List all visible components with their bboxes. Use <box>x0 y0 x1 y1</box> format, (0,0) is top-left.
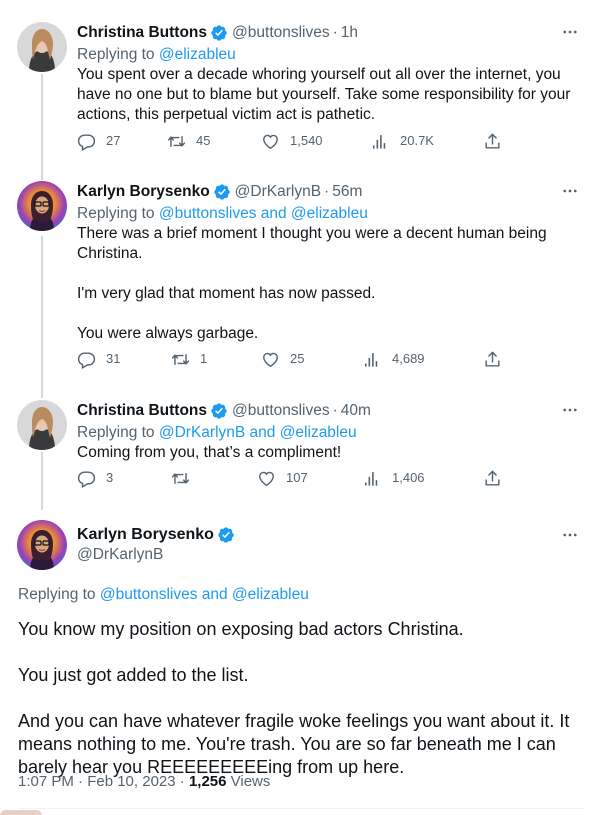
retweet-count: 45 <box>196 133 211 148</box>
like-icon <box>261 132 280 151</box>
tweet-header: Karlyn Borysenko @DrKarlynB · 56m <box>77 181 583 203</box>
replying-to-link[interactable]: @DrKarlynB and @elizableu <box>159 424 357 441</box>
verified-icon <box>210 24 228 42</box>
share-button[interactable] <box>483 131 512 151</box>
retweet-count: 1 <box>200 351 208 366</box>
author-handle[interactable]: @DrKarlynB <box>77 546 239 564</box>
tweet-time[interactable]: 56m <box>332 183 362 201</box>
tweet-header: Christina Buttons @buttonslives · 40m <box>77 400 583 422</box>
like-icon <box>257 469 276 488</box>
avatar[interactable] <box>17 181 67 231</box>
replying-to-link[interactable]: @buttonslives and @elizableu <box>100 586 309 603</box>
replying-to: Replying to @buttonslives and @elizableu <box>77 205 368 222</box>
like-button[interactable]: 107 <box>257 468 308 488</box>
tweet-timestamp[interactable]: 1:07 PM · Feb 10, 2023 · <box>18 773 189 790</box>
like-count: 107 <box>286 470 308 485</box>
separator: · <box>332 402 338 419</box>
tweet-text: You know my position on exposing bad act… <box>18 619 570 777</box>
tweet-time[interactable]: 1h <box>341 24 358 42</box>
replying-to: Replying to @DrKarlynB and @elizableu <box>77 424 357 441</box>
replying-to: Replying to @elizableu <box>77 46 236 63</box>
avatar[interactable] <box>17 520 67 570</box>
tweet-header: Karlyn Borysenko <box>77 524 239 546</box>
like-icon <box>261 350 280 369</box>
separator: · <box>332 24 338 41</box>
views-button[interactable]: 1,406 <box>363 468 425 488</box>
more-icon[interactable] <box>557 525 583 545</box>
thread-line <box>41 236 43 398</box>
share-button[interactable] <box>483 468 512 488</box>
share-button[interactable] <box>483 349 512 369</box>
more-icon[interactable] <box>557 22 583 42</box>
author-handle[interactable]: @DrKarlynB <box>235 183 321 201</box>
retweet-button[interactable] <box>171 468 200 488</box>
tweet-text: There was a brief moment I thought you w… <box>77 225 547 342</box>
views-icon <box>371 132 390 151</box>
thread-line <box>41 452 43 510</box>
share-icon <box>483 350 502 369</box>
replying-to-link[interactable]: @elizableu <box>159 46 236 63</box>
tweet-text: Coming from you, that’s a compliment! <box>77 444 342 461</box>
views-icon <box>363 469 382 488</box>
reply-icon <box>77 132 96 151</box>
reply-button[interactable]: 3 <box>77 468 113 488</box>
tweet-meta: 1:07 PM · Feb 10, 2023 · 1,256 Views <box>18 773 270 790</box>
like-button[interactable]: 1,540 <box>261 131 323 151</box>
partial-avatar <box>0 810 42 815</box>
author-name[interactable]: Christina Buttons <box>77 402 207 420</box>
author-handle[interactable]: @buttonslives <box>232 24 330 42</box>
reply-icon <box>77 350 96 369</box>
retweet-button[interactable]: 1 <box>171 349 207 369</box>
replying-to: Replying to @buttonslives and @elizableu <box>18 586 309 603</box>
tweet-header: Christina Buttons @buttonslives · 1h <box>77 22 583 44</box>
reply-icon <box>77 469 96 488</box>
views-button[interactable]: 4,689 <box>363 349 425 369</box>
retweet-button[interactable]: 45 <box>167 131 210 151</box>
retweet-icon <box>171 350 190 369</box>
separator: · <box>324 183 330 200</box>
retweet-icon <box>171 469 190 488</box>
author-handle[interactable]: @buttonslives <box>232 402 330 420</box>
tweet-time[interactable]: 40m <box>341 402 371 420</box>
reply-count: 31 <box>106 351 121 366</box>
replying-to-link[interactable]: @buttonslives and @elizableu <box>159 205 368 222</box>
author-name[interactable]: Karlyn Borysenko <box>77 526 214 544</box>
reply-count: 3 <box>106 470 114 485</box>
tweet-text: You spent over a decade whoring yourself… <box>77 66 571 123</box>
verified-icon <box>217 526 235 544</box>
verified-icon <box>213 183 231 201</box>
views-count: 20.7K <box>400 133 434 148</box>
author-name[interactable]: Karlyn Borysenko <box>77 183 210 201</box>
share-icon <box>483 132 502 151</box>
thread-line <box>41 74 43 180</box>
like-button[interactable]: 25 <box>261 349 304 369</box>
views-count: 1,406 <box>392 470 425 485</box>
like-count: 1,540 <box>290 133 323 148</box>
views-count: 1,256 <box>188 773 227 790</box>
divider <box>18 808 585 809</box>
avatar[interactable] <box>17 400 67 450</box>
more-icon[interactable] <box>557 400 583 420</box>
reply-button[interactable]: 27 <box>77 131 120 151</box>
more-icon[interactable] <box>557 181 583 201</box>
like-count: 25 <box>290 351 305 366</box>
share-icon <box>483 469 502 488</box>
author-name[interactable]: Christina Buttons <box>77 24 207 42</box>
verified-icon <box>210 402 228 420</box>
retweet-icon <box>167 132 186 151</box>
avatar[interactable] <box>17 22 67 72</box>
reply-button[interactable]: 31 <box>77 349 120 369</box>
views-icon <box>363 350 382 369</box>
views-label: Views <box>226 773 271 790</box>
reply-count: 27 <box>106 133 121 148</box>
views-button[interactable]: 20.7K <box>371 131 434 151</box>
views-count: 4,689 <box>392 351 425 366</box>
